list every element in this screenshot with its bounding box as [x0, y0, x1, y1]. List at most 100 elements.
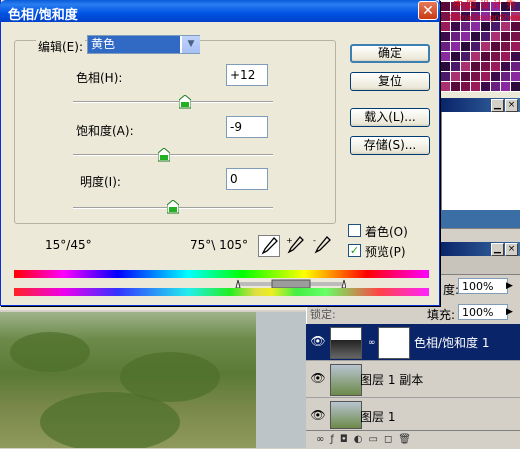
color-swatch[interactable]	[471, 82, 480, 91]
color-swatch[interactable]	[501, 82, 510, 91]
mask-icon[interactable]: ◘	[340, 434, 354, 445]
fill-input[interactable]: 100%	[458, 304, 508, 320]
layer-name: 色相/饱和度 1	[414, 336, 490, 350]
saturation-slider-track[interactable]	[73, 154, 273, 156]
ok-button[interactable]: 确定	[350, 44, 430, 63]
chevron-right-icon[interactable]: ▶	[503, 304, 516, 320]
color-swatch[interactable]	[461, 72, 470, 81]
color-swatch[interactable]	[441, 72, 450, 81]
color-swatch[interactable]	[501, 72, 510, 81]
adjustment-icon	[330, 327, 362, 359]
close-panel-icon[interactable]: ×	[505, 99, 518, 112]
color-swatch[interactable]	[451, 42, 460, 51]
color-swatch[interactable]	[461, 62, 470, 71]
color-swatch[interactable]	[511, 82, 520, 91]
adjustment-layer-icon[interactable]: ◐	[354, 434, 369, 445]
reset-button[interactable]: 复位	[350, 72, 430, 91]
color-swatch[interactable]	[441, 52, 450, 61]
color-swatch[interactable]	[481, 62, 490, 71]
chevron-down-icon[interactable]: ▼	[181, 36, 200, 53]
link-layers-icon[interactable]: ∞	[316, 434, 330, 445]
color-swatch[interactable]	[481, 42, 490, 51]
svg-text:+: +	[286, 236, 293, 245]
color-swatch[interactable]	[511, 42, 520, 51]
hue-slider-track[interactable]	[73, 101, 273, 103]
color-swatch[interactable]	[451, 72, 460, 81]
layer-style-icon[interactable]: ƒ	[330, 434, 340, 445]
color-swatch[interactable]	[511, 72, 520, 81]
edit-select-value[interactable]: 黄色	[88, 36, 180, 53]
chevron-down-icon[interactable]: ▶	[503, 278, 516, 294]
minimize-icon[interactable]: ▁	[491, 99, 504, 112]
color-swatch[interactable]	[481, 72, 490, 81]
opacity-input[interactable]: 100%	[458, 278, 508, 294]
colorize-label: 着色(O)	[365, 225, 408, 239]
color-swatch[interactable]	[481, 52, 490, 61]
color-swatch[interactable]	[461, 82, 470, 91]
lightness-input[interactable]: 0	[226, 168, 268, 190]
color-swatch[interactable]	[451, 82, 460, 91]
lightness-label: 明度(I):	[80, 175, 121, 189]
color-swatch[interactable]	[491, 42, 500, 51]
input-spectrum-bar	[14, 270, 429, 278]
lightness-slider-thumb[interactable]	[167, 200, 179, 214]
color-swatch[interactable]	[491, 62, 500, 71]
history-panel-titlebar: ▁ ×	[441, 98, 520, 112]
layer-row-adjustment[interactable]: 👁 ∞ 色相/饱和度 1	[306, 324, 520, 361]
color-swatch[interactable]	[461, 42, 470, 51]
color-swatch[interactable]	[491, 82, 500, 91]
range-slider[interactable]	[234, 278, 347, 289]
close-button[interactable]: ✕	[418, 1, 438, 20]
color-swatch[interactable]	[471, 72, 480, 81]
layer-row-copy[interactable]: 👁 图层 1 副本	[306, 361, 520, 398]
adjust-groupbox	[14, 40, 336, 224]
eyedropper-icon[interactable]	[258, 235, 280, 257]
layers-panel-titlebar: ▁ ×	[441, 242, 520, 256]
group-icon[interactable]: ▭	[369, 434, 384, 445]
eye-icon[interactable]: 👁	[310, 334, 326, 348]
dialog-title: 色相/饱和度	[8, 8, 78, 23]
color-swatch[interactable]	[511, 52, 520, 61]
new-layer-icon[interactable]: ◻	[384, 434, 398, 445]
color-swatch[interactable]	[471, 42, 480, 51]
eyedropper-plus-icon[interactable]: +	[285, 235, 307, 257]
trash-icon[interactable]: 🗑	[398, 434, 417, 445]
color-swatch[interactable]	[501, 42, 510, 51]
color-swatch[interactable]	[461, 52, 470, 61]
load-button[interactable]: 载入(L)...	[350, 108, 430, 127]
eye-icon[interactable]: 👁	[310, 408, 326, 422]
color-swatch[interactable]	[441, 62, 450, 71]
close-panel-icon[interactable]: ×	[505, 243, 518, 256]
layer-mask-thumbnail[interactable]	[378, 327, 410, 359]
eye-icon[interactable]: 👁	[310, 371, 326, 385]
color-swatch[interactable]	[451, 52, 460, 61]
minimize-icon[interactable]: ▁	[491, 243, 504, 256]
color-swatch[interactable]	[491, 72, 500, 81]
color-swatch[interactable]	[501, 52, 510, 61]
history-panel-footer	[441, 228, 520, 243]
hue-slider-thumb[interactable]	[179, 95, 191, 109]
color-swatch[interactable]	[491, 52, 500, 61]
color-swatch[interactable]	[441, 82, 450, 91]
eyedropper-minus-icon[interactable]: -	[312, 235, 334, 257]
layers-panel-tabs[interactable]	[441, 256, 520, 275]
color-swatch[interactable]	[481, 82, 490, 91]
color-swatch[interactable]	[451, 62, 460, 71]
saturation-slider-thumb[interactable]	[158, 148, 170, 162]
save-button[interactable]: 存储(S)...	[350, 136, 430, 155]
color-swatch[interactable]	[471, 52, 480, 61]
lock-label: 锁定:	[310, 308, 336, 321]
color-swatch[interactable]	[471, 62, 480, 71]
layer-thumbnail	[330, 401, 362, 429]
colorize-checkbox[interactable]	[348, 224, 361, 237]
color-swatch[interactable]	[441, 42, 450, 51]
color-swatch[interactable]	[511, 62, 520, 71]
saturation-input[interactable]: -9	[226, 116, 268, 138]
preview-checkbox[interactable]: ✓	[348, 244, 361, 257]
link-icon[interactable]: ∞	[368, 338, 376, 348]
layer-row-base[interactable]: 👁 图层 1	[306, 398, 520, 431]
hue-input[interactable]: +12	[226, 64, 268, 86]
range-left-readout: 15°/45°	[45, 238, 92, 252]
color-swatch[interactable]	[501, 62, 510, 71]
layers-toolbar[interactable]: ∞ƒ◘◐▭◻🗑	[306, 430, 520, 448]
